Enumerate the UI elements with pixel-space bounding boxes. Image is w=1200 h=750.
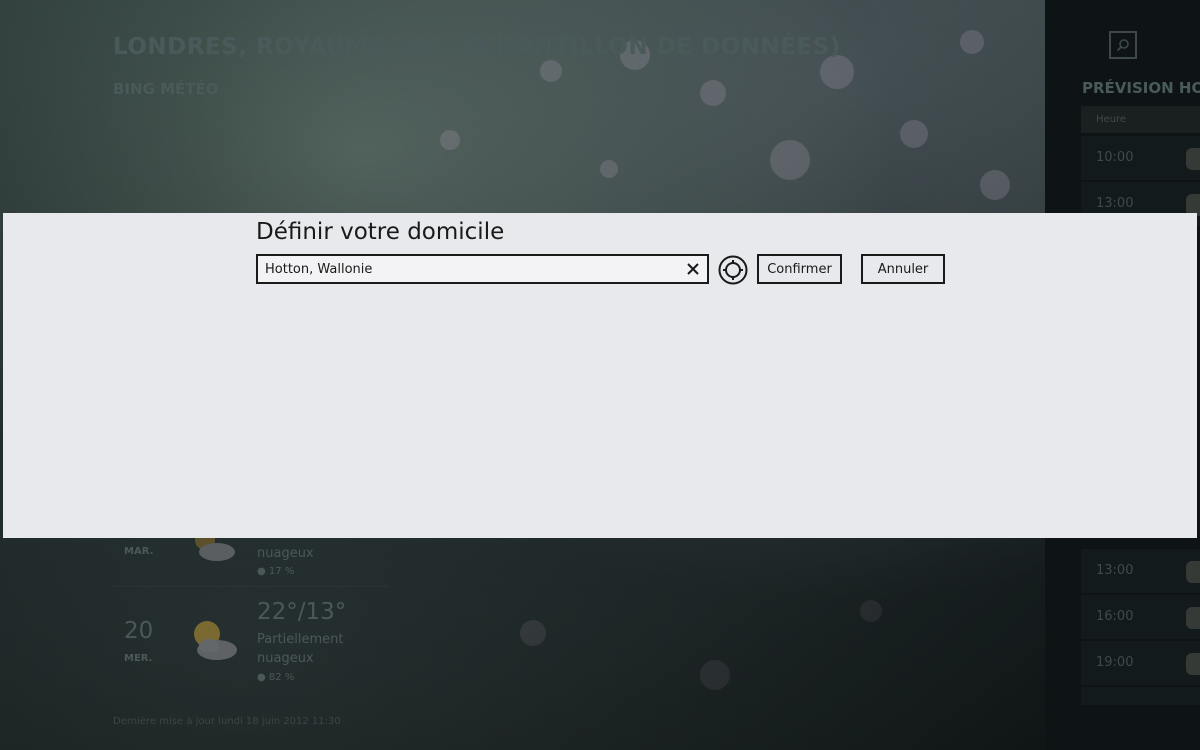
confirm-button[interactable]: Confirmer bbox=[757, 254, 842, 284]
hour-time: 16:00 bbox=[1096, 609, 1134, 624]
dialog-title: Définir votre domicile bbox=[256, 219, 505, 245]
day-divider bbox=[113, 586, 389, 587]
day-number: 20 bbox=[124, 618, 154, 644]
hour-time: 13:00 bbox=[1096, 196, 1134, 211]
raindrop-icon: ● bbox=[257, 566, 266, 577]
weather-icon bbox=[1186, 607, 1200, 629]
weather-icon bbox=[1186, 561, 1200, 583]
background-bokeh bbox=[600, 160, 618, 178]
home-location-input[interactable] bbox=[258, 256, 678, 282]
weather-icon bbox=[1186, 148, 1200, 170]
background-bokeh bbox=[980, 170, 1010, 200]
app-subtitle: BING MÉTÉO bbox=[113, 80, 219, 98]
day-temperature: 22°/13° bbox=[257, 599, 347, 625]
search-icon bbox=[1116, 39, 1129, 52]
cancel-button[interactable]: Annuler bbox=[861, 254, 945, 284]
background-bokeh bbox=[860, 600, 882, 622]
day-condition: nuageux bbox=[257, 546, 314, 561]
locate-icon bbox=[718, 255, 747, 284]
home-input-container bbox=[256, 254, 709, 284]
background-bokeh bbox=[700, 80, 726, 106]
location-title: LONDRES, ROYAUME-UNI (ÉCHANTILLON DE DON… bbox=[113, 34, 841, 60]
raindrop-icon: ● bbox=[257, 672, 266, 683]
day-precipitation: ● 17 % bbox=[257, 566, 295, 577]
hourly-row bbox=[1081, 687, 1200, 705]
hourly-row[interactable]: 16:00 bbox=[1081, 595, 1200, 639]
locate-me-button[interactable] bbox=[717, 254, 748, 285]
day-name: MAR. bbox=[124, 546, 154, 557]
day-precipitation: ● 82 % bbox=[257, 672, 295, 683]
hour-time: 13:00 bbox=[1096, 563, 1134, 578]
clear-input-button[interactable] bbox=[683, 258, 703, 280]
background-bokeh bbox=[700, 660, 730, 690]
background-bokeh bbox=[900, 120, 928, 148]
day-name: MER. bbox=[124, 653, 153, 664]
close-icon bbox=[687, 263, 699, 275]
hourly-forecast-title: PRÉVISION HO bbox=[1082, 79, 1200, 97]
last-update-text: Dernière mise à jour lundi 18 juin 2012 … bbox=[113, 716, 341, 727]
background-bokeh bbox=[520, 620, 546, 646]
weather-icon bbox=[1186, 653, 1200, 675]
weather-app: LONDRES, ROYAUME-UNI (ÉCHANTILLON DE DON… bbox=[0, 0, 1200, 750]
day-condition: nuageux bbox=[257, 651, 314, 666]
hour-time: 19:00 bbox=[1096, 655, 1134, 670]
hourly-column-header: Heure bbox=[1081, 106, 1200, 133]
set-home-dialog: Définir votre domicile Confirmer Annuler bbox=[3, 213, 1197, 538]
hourly-row[interactable]: 13:00 bbox=[1081, 549, 1200, 593]
search-button[interactable] bbox=[1109, 31, 1137, 59]
background-bokeh bbox=[440, 130, 460, 150]
background-bokeh bbox=[770, 140, 810, 180]
day-condition: Partiellement bbox=[257, 632, 344, 647]
hourly-row[interactable]: 19:00 bbox=[1081, 641, 1200, 685]
hourly-row[interactable]: 10:00 bbox=[1081, 136, 1200, 180]
background-bokeh bbox=[540, 60, 562, 82]
background-bokeh bbox=[820, 55, 854, 89]
hour-time: 10:00 bbox=[1096, 150, 1134, 165]
partly-cloudy-icon bbox=[194, 621, 237, 660]
background-bokeh bbox=[960, 30, 984, 54]
